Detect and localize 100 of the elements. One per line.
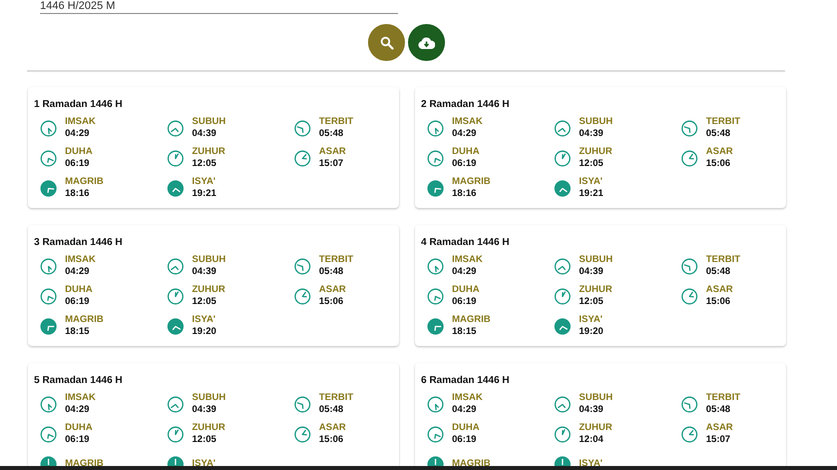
cloud-download-icon bbox=[418, 36, 435, 48]
prayer-label: ZUHUR bbox=[579, 284, 612, 296]
prayer-time: 06:19 bbox=[452, 296, 478, 308]
prayer-time: 19:20 bbox=[192, 326, 216, 338]
prayer-label: IMSAK bbox=[65, 116, 96, 128]
prayer-label: DUHA bbox=[65, 284, 92, 296]
prayer-label: ASAR bbox=[706, 284, 733, 296]
prayer-time: 05:48 bbox=[319, 266, 344, 278]
prayer-time: 15:06 bbox=[319, 296, 344, 308]
prayer-label: IMSAK bbox=[65, 392, 96, 404]
prayer-time: 18:15 bbox=[452, 326, 478, 338]
prayer-label: ISYA' bbox=[579, 314, 604, 326]
date-field[interactable]: 1446 H/2025 M bbox=[40, 0, 398, 14]
prayer-label: TERBIT bbox=[319, 392, 354, 404]
prayer-time: 05:48 bbox=[319, 404, 344, 416]
prayer-label: ISYA' bbox=[192, 314, 216, 326]
prayer-label: ASAR bbox=[706, 422, 733, 434]
prayer-label: ISYA' bbox=[192, 458, 216, 470]
search-icon bbox=[380, 36, 394, 50]
prayer-time: 06:19 bbox=[65, 296, 90, 308]
prayer-time: 04:39 bbox=[192, 128, 218, 140]
prayer-label: ZUHUR bbox=[579, 422, 612, 434]
prayer-label: IMSAK bbox=[452, 392, 483, 404]
prayer-time: 06:19 bbox=[65, 158, 90, 170]
prayer-time: 12:05 bbox=[192, 434, 218, 446]
prayer-label: SUBUH bbox=[192, 116, 226, 128]
prayer-time: 05:48 bbox=[706, 266, 732, 278]
prayer-time: 15:06 bbox=[319, 434, 344, 446]
prayer-label: MAGRIB bbox=[65, 176, 104, 188]
prayer-label: ZUHUR bbox=[192, 284, 226, 296]
prayer-time: 04:29 bbox=[452, 266, 478, 278]
prayer-time: 12:04 bbox=[579, 434, 604, 446]
prayer-time: 12:05 bbox=[579, 296, 604, 308]
day-title: 6 Ramadan 1446 H bbox=[421, 375, 510, 386]
prayer-label: SUBUH bbox=[579, 254, 613, 266]
day-title: 4 Ramadan 1446 H bbox=[421, 237, 510, 248]
prayer-label: IMSAK bbox=[452, 254, 483, 266]
prayer-time: 05:48 bbox=[706, 128, 732, 140]
prayer-time: 06:19 bbox=[452, 158, 478, 170]
prayer-time: 04:29 bbox=[452, 404, 478, 416]
prayer-time: 04:39 bbox=[192, 266, 218, 278]
prayer-time: 12:05 bbox=[192, 296, 218, 308]
prayer-label: SUBUH bbox=[192, 392, 226, 404]
download-button[interactable] bbox=[408, 24, 445, 61]
prayer-time: 04:29 bbox=[65, 404, 90, 416]
prayer-label: DUHA bbox=[452, 146, 480, 158]
prayer-time: 18:16 bbox=[65, 188, 90, 200]
prayer-time: 05:48 bbox=[706, 404, 732, 416]
prayer-time: 15:06 bbox=[706, 296, 732, 308]
prayer-label: ZUHUR bbox=[192, 146, 226, 158]
day-title: 2 Ramadan 1446 H bbox=[421, 99, 510, 110]
prayer-time: 19:21 bbox=[192, 188, 216, 200]
prayer-time: 04:29 bbox=[65, 128, 90, 140]
prayer-time: 18:16 bbox=[452, 188, 478, 200]
prayer-label: MAGRIB bbox=[65, 458, 104, 470]
prayer-time: 12:05 bbox=[579, 158, 604, 170]
prayer-label: ASAR bbox=[319, 422, 346, 434]
prayer-label: TERBIT bbox=[319, 254, 354, 266]
prayer-label: MAGRIB bbox=[452, 176, 491, 188]
prayer-time: 06:19 bbox=[452, 434, 478, 446]
prayer-time: 15:07 bbox=[319, 158, 344, 170]
prayer-label: ZUHUR bbox=[192, 422, 226, 434]
day-title: 5 Ramadan 1446 H bbox=[34, 375, 122, 386]
prayer-time: 12:05 bbox=[192, 158, 218, 170]
prayer-label: IMSAK bbox=[452, 116, 483, 128]
prayer-label: MAGRIB bbox=[452, 458, 491, 470]
prayer-time: 04:39 bbox=[579, 404, 604, 416]
prayer-label: DUHA bbox=[452, 284, 480, 296]
prayer-time: 19:20 bbox=[579, 326, 604, 338]
day-title: 3 Ramadan 1446 H bbox=[34, 237, 122, 248]
prayer-time: 06:19 bbox=[65, 434, 90, 446]
prayer-time: 04:39 bbox=[579, 128, 604, 140]
prayer-label: IMSAK bbox=[65, 254, 96, 266]
prayer-label: SUBUH bbox=[192, 254, 226, 266]
prayer-label: TERBIT bbox=[706, 392, 740, 404]
prayer-label: TERBIT bbox=[319, 116, 354, 128]
prayer-label: DUHA bbox=[65, 422, 92, 434]
search-button[interactable] bbox=[368, 24, 405, 61]
prayer-time: 19:21 bbox=[579, 188, 604, 200]
prayer-time: 04:29 bbox=[65, 266, 90, 278]
prayer-label: ZUHUR bbox=[579, 146, 612, 158]
prayer-time: 15:07 bbox=[706, 434, 732, 446]
prayer-label: DUHA bbox=[452, 422, 480, 434]
prayer-label: SUBUH bbox=[579, 392, 613, 404]
day-title: 1 Ramadan 1446 H bbox=[34, 99, 122, 110]
prayer-time: 18:15 bbox=[65, 326, 90, 338]
prayer-label: ASAR bbox=[319, 146, 346, 158]
prayer-time: 04:39 bbox=[579, 266, 604, 278]
prayer-time: 04:29 bbox=[452, 128, 478, 140]
prayer-time: 04:39 bbox=[192, 404, 218, 416]
prayer-label: ISYA' bbox=[579, 176, 604, 188]
prayer-label: ASAR bbox=[319, 284, 346, 296]
prayer-label: ISYA' bbox=[579, 458, 603, 470]
prayer-label: ASAR bbox=[706, 146, 733, 158]
prayer-label: ISYA' bbox=[192, 176, 216, 188]
prayer-label: DUHA bbox=[65, 146, 92, 158]
prayer-label: SUBUH bbox=[579, 116, 613, 128]
prayer-time: 15:06 bbox=[706, 158, 732, 170]
prayer-label: TERBIT bbox=[706, 254, 740, 266]
prayer-label: MAGRIB bbox=[452, 314, 491, 326]
